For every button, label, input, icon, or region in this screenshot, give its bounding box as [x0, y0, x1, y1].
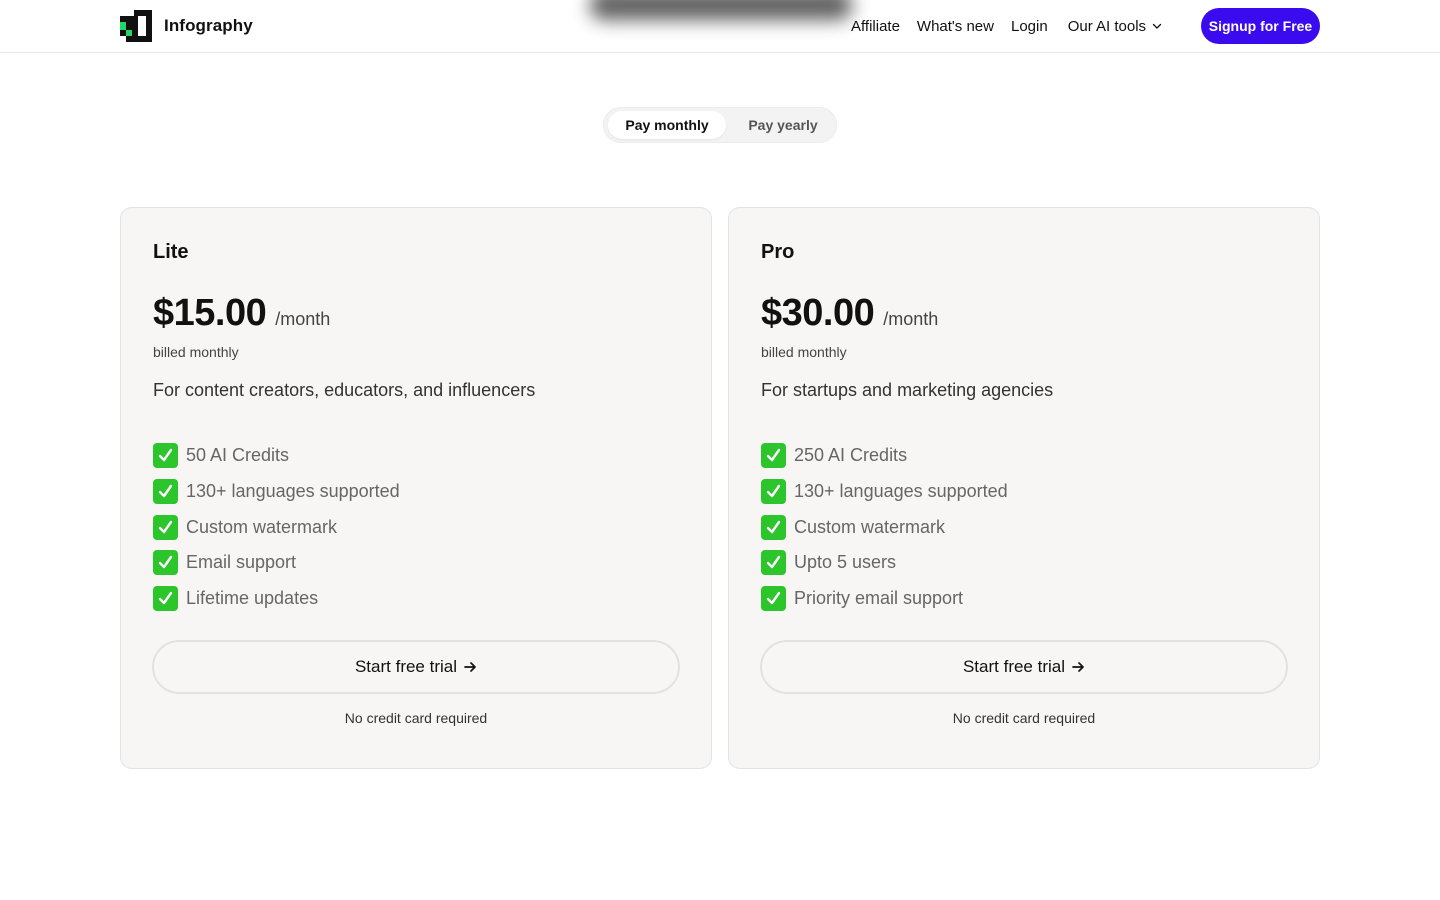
plan-description: For content creators, educators, and inf… — [153, 380, 536, 400]
feature-text: Custom watermark — [794, 516, 946, 537]
feature-list: 250 AI Credits 130+ languages supported … — [761, 438, 1008, 616]
feature-text: 50 AI Credits — [186, 445, 290, 466]
cta-label: Start free trial — [354, 657, 458, 676]
chevron-down-icon — [1152, 23, 1162, 29]
signup-button[interactable]: Signup for Free — [1201, 8, 1320, 44]
check-mark-icon — [761, 514, 786, 540]
feature-text: 250 AI Credits — [794, 445, 908, 466]
feature-item: Custom watermark — [153, 509, 400, 545]
feature-item: 50 AI Credits — [153, 438, 400, 474]
check-mark-icon — [153, 550, 178, 576]
feature-text: Custom watermark — [186, 516, 338, 537]
nav-ai-tools-dropdown[interactable]: Our AI tools — [1068, 18, 1162, 35]
feature-item: 130+ languages supported — [153, 474, 400, 510]
plan-name: Lite — [153, 241, 189, 263]
check-mark-icon — [153, 443, 178, 469]
plan-description: For startups and marketing agencies — [761, 380, 1054, 400]
feature-text: Upto 5 users — [794, 552, 897, 573]
check-mark-icon — [153, 479, 178, 505]
start-free-trial-button[interactable]: Start free trial — [152, 640, 680, 694]
arrow-right-icon — [464, 662, 476, 672]
plan-name: Pro — [761, 241, 795, 263]
billing-note: billed monthly — [761, 344, 847, 360]
site-header: Infography Affiliate What's new Login Ou… — [0, 0, 1440, 53]
nav-login[interactable]: Login — [1011, 18, 1048, 35]
price-row: $30.00 /month — [761, 292, 938, 335]
arrow-right-icon — [1072, 662, 1084, 672]
cta-label: Start free trial — [962, 657, 1066, 676]
plan-period: /month — [883, 309, 939, 329]
feature-text: Lifetime updates — [186, 588, 319, 609]
feature-item: Lifetime updates — [153, 581, 400, 617]
brand-logo[interactable]: Infography — [120, 10, 253, 42]
check-mark-icon — [761, 443, 786, 469]
feature-item: Upto 5 users — [761, 545, 1008, 581]
logo-icon — [120, 10, 152, 42]
check-mark-icon — [153, 514, 178, 540]
billing-toggle: Pay monthly Pay yearly — [603, 107, 837, 143]
feature-text: 130+ languages supported — [186, 481, 400, 502]
check-mark-icon — [153, 586, 178, 612]
feature-item: 250 AI Credits — [761, 438, 1008, 474]
nav-affiliate[interactable]: Affiliate — [851, 18, 900, 35]
start-free-trial-button[interactable]: Start free trial — [760, 640, 1288, 694]
nav-whats-new[interactable]: What's new — [917, 18, 994, 35]
brand-name: Infography — [164, 16, 253, 35]
feature-list: 50 AI Credits 130+ languages supported C… — [153, 438, 400, 616]
price-row: $15.00 /month — [153, 292, 330, 335]
plan-price: $30.00 — [761, 292, 875, 334]
toggle-pay-yearly[interactable]: Pay yearly — [731, 111, 835, 139]
plan-card-pro: Pro $30.00 /month billed monthly For sta… — [728, 207, 1320, 769]
feature-item: 130+ languages supported — [761, 474, 1008, 510]
no-credit-card-note: No credit card required — [952, 710, 1096, 726]
feature-item: Priority email support — [761, 581, 1008, 617]
check-mark-icon — [761, 586, 786, 612]
toggle-pay-monthly[interactable]: Pay monthly — [608, 111, 726, 139]
feature-text: Email support — [186, 552, 297, 573]
check-mark-icon — [761, 550, 786, 576]
nav-ai-tools-label: Our AI tools — [1067, 17, 1147, 35]
blurred-banner — [590, 0, 852, 20]
check-mark-icon — [761, 479, 786, 505]
main-nav: Affiliate What's new Login Our AI tools — [851, 0, 1162, 52]
plan-price: $15.00 — [153, 292, 267, 334]
no-credit-card-note: No credit card required — [344, 710, 488, 726]
feature-text: 130+ languages supported — [794, 481, 1008, 502]
billing-note: billed monthly — [153, 344, 239, 360]
feature-item: Custom watermark — [761, 509, 1008, 545]
plan-card-lite: Lite $15.00 /month billed monthly For co… — [120, 207, 712, 769]
feature-item: Email support — [153, 545, 400, 581]
feature-text: Priority email support — [794, 588, 964, 609]
plan-period: /month — [275, 309, 331, 329]
